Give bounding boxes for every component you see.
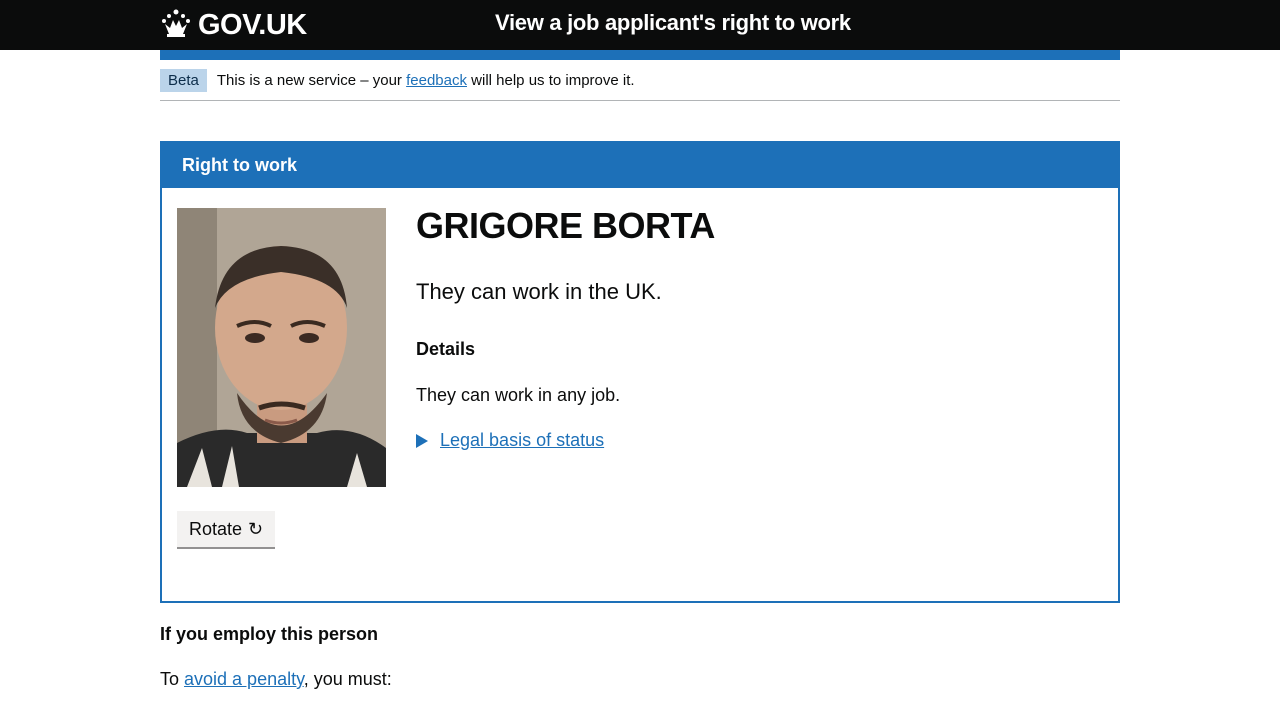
beta-tag: Beta	[160, 68, 207, 92]
applicant-photo	[177, 208, 386, 487]
rotate-label: Rotate	[189, 518, 243, 539]
employ-text: To avoid a penalty, you must:	[160, 669, 392, 690]
header-bar: GOV.UK View a job applicant's right to w…	[0, 0, 1280, 50]
beta-text-before: This is a new service – your	[216, 71, 407, 89]
service-name[interactable]: View a job applicant's right to work	[495, 10, 851, 36]
crown-icon	[160, 8, 192, 43]
rotate-icon: ↻	[248, 518, 264, 539]
disclosure-triangle-icon	[416, 433, 428, 448]
feedback-link[interactable]: feedback	[406, 72, 467, 89]
header-blue-strip	[160, 50, 1120, 60]
beta-text: This is a new service – your feedback wi…	[217, 72, 635, 89]
govuk-logo-link[interactable]: GOV.UK	[160, 6, 307, 44]
details-text: They can work in any job.	[416, 385, 621, 405]
beta-text-after: will help us to improve it.	[467, 71, 635, 89]
employ-text-before: To	[160, 669, 185, 689]
details-heading: Details	[416, 339, 476, 359]
avoid-penalty-link[interactable]: avoid a penalty	[184, 669, 304, 689]
work-status: They can work in the UK.	[416, 279, 662, 304]
legal-basis-link[interactable]: Legal basis of status	[440, 430, 604, 451]
logo-text: GOV.UK	[198, 8, 307, 41]
employ-text-after: , you must:	[303, 669, 392, 689]
panel-title: Right to work	[162, 143, 1118, 188]
phase-banner: Beta This is a new service – your feedba…	[160, 60, 1120, 101]
rotate-button[interactable]: Rotate ↻	[177, 511, 276, 549]
applicant-name: GRIGORE BORTA	[416, 205, 715, 246]
right-to-work-panel: Right to work Rotate ↻ GRIGORE BORTA The…	[160, 141, 1120, 603]
employ-heading: If you employ this person	[160, 624, 379, 644]
legal-basis-toggle[interactable]: Legal basis of status	[416, 430, 604, 451]
